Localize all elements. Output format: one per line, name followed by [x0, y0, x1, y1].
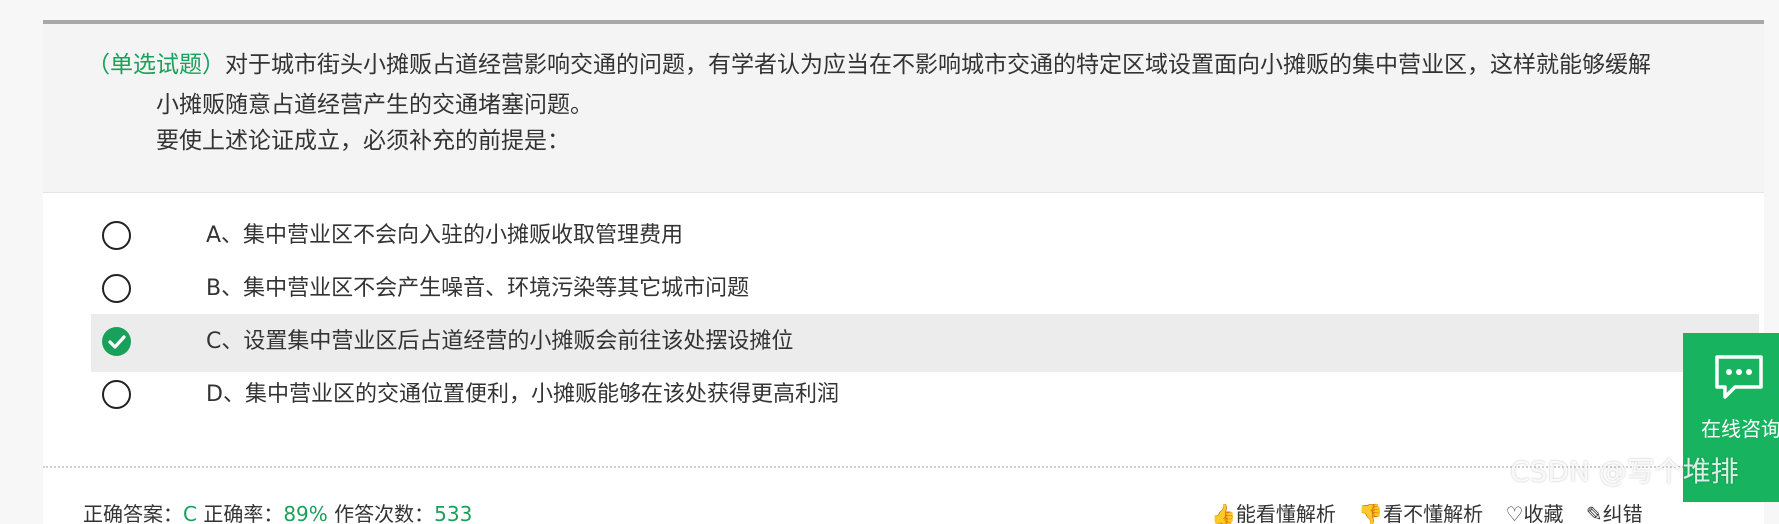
rate-value: 89% [283, 502, 328, 524]
option-b-label: B、集中营业区不会产生噪音、环境污染等其它城市问题 [206, 276, 750, 301]
option-d-radio[interactable] [102, 380, 131, 409]
csdn-watermark: CSDN @写个堆排 [1510, 455, 1739, 488]
option-a-radio[interactable] [102, 221, 131, 250]
option-d-label: D、集中营业区的交通位置便利，小摊贩能够在该处获得更高利润 [206, 382, 839, 407]
answer-value: C [183, 502, 197, 524]
count-value: 533 [434, 502, 473, 524]
option-d[interactable]: D、集中营业区的交通位置便利，小摊贩能够在该处获得更高利润 [91, 367, 1759, 425]
rate-label: 正确率： [203, 502, 284, 524]
question-card: （单选试题）对于城市街头小摊贩占道经营影响交通的问题，有学者认为应当在不影响城市… [43, 20, 1764, 524]
online-consult-label: 在线咨询 [1701, 417, 1779, 441]
favorite-button[interactable]: ♡收藏 [1506, 502, 1570, 524]
not-understand-label: 看不懂解析 [1383, 502, 1484, 524]
question-line-1: （单选试题）对于城市街头小摊贩占道经营影响交通的问题，有学者认为应当在不影响城市… [87, 50, 1651, 80]
option-a[interactable]: A、集中营业区不会向入驻的小摊贩收取管理费用 [91, 208, 1759, 266]
edit-icon: ✎ [1585, 502, 1603, 524]
answer-label: 正确答案： [83, 502, 183, 524]
check-icon [108, 335, 126, 349]
option-b-radio[interactable] [102, 274, 131, 303]
thumbs-up-icon: 👍 [1211, 502, 1236, 524]
chat-icon [1715, 355, 1763, 399]
thumbs-down-icon: 👎 [1358, 502, 1384, 524]
not-understand-button[interactable]: 👎看不懂解析 [1358, 502, 1489, 524]
report-error-button[interactable]: ✎纠错 [1586, 502, 1643, 524]
question-line-3: 要使上述论证成立，必须补充的前提是： [156, 128, 570, 154]
report-error-label: 纠错 [1602, 502, 1643, 524]
option-c-label: C、设置集中营业区后占道经营的小摊贩会前往该处摆设摊位 [206, 329, 794, 354]
option-c-radio-checked[interactable] [102, 327, 131, 356]
question-line-2: 小摊贩随意占道经营产生的交通堵塞问题。 [156, 92, 593, 118]
count-label: 作答次数： [334, 502, 435, 524]
question-stem: （单选试题）对于城市街头小摊贩占道经营影响交通的问题，有学者认为应当在不影响城市… [43, 24, 1764, 193]
option-c[interactable]: C、设置集中营业区后占道经营的小摊贩会前往该处摆设摊位 [91, 314, 1759, 372]
question-type-tag: （单选试题） [87, 52, 225, 78]
favorite-label: 收藏 [1523, 502, 1564, 524]
option-a-label: A、集中营业区不会向入驻的小摊贩收取管理费用 [206, 223, 684, 248]
understand-button[interactable]: 👍能看懂解析 [1211, 502, 1342, 524]
answer-footer: 正确答案：C 正确率：89% 作答次数：533 👍能看懂解析 👎看不懂解析 ♡收… [43, 466, 1764, 524]
option-b[interactable]: B、集中营业区不会产生噪音、环境污染等其它城市问题 [91, 261, 1759, 319]
understand-label: 能看懂解析 [1235, 502, 1336, 524]
question-text-1: 对于城市街头小摊贩占道经营影响交通的问题，有学者认为应当在不影响城市交通的特定区… [225, 52, 1651, 78]
heart-icon: ♡ [1505, 502, 1524, 524]
